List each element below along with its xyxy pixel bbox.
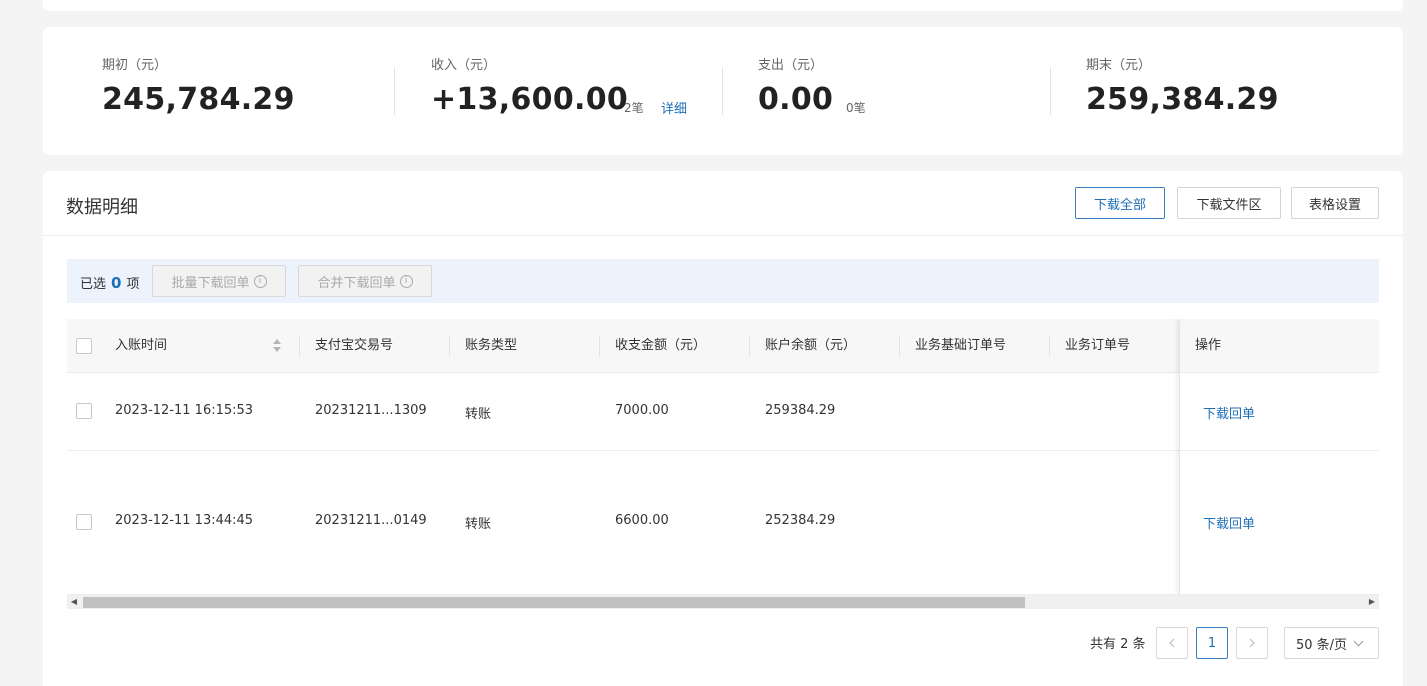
- column-header-amount: 收支金额（元）: [615, 338, 707, 353]
- cell-balance: 259384.29: [765, 403, 836, 418]
- scroll-right-icon[interactable]: ▶: [1367, 597, 1377, 607]
- income-count: 2笔: [624, 101, 644, 115]
- income-detail-link[interactable]: 详细: [661, 98, 687, 117]
- detail-card: 数据明细 下载全部 下载文件区 表格设置 已选 0 项 批量下载回单 i 合并下…: [43, 171, 1403, 686]
- top-card: [43, 0, 1403, 11]
- next-page-button[interactable]: [1236, 627, 1268, 659]
- page-size-label: 50 条/页: [1296, 637, 1348, 653]
- divider: [394, 67, 395, 115]
- selection-bar: 已选 0 项 批量下载回单 i 合并下载回单 i: [67, 259, 1379, 303]
- selection-prefix: 已选: [80, 277, 107, 292]
- divider: [1050, 67, 1051, 115]
- table-settings-button[interactable]: 表格设置: [1291, 187, 1379, 219]
- column-header-trade-no: 支付宝交易号: [315, 338, 394, 353]
- select-all-checkbox[interactable]: [76, 338, 92, 354]
- horizontal-scrollbar[interactable]: ◀ ▶: [67, 595, 1379, 609]
- download-files-button[interactable]: 下载文件区: [1177, 187, 1281, 219]
- scrollbar-thumb[interactable]: [83, 597, 1025, 608]
- cell-type: 转账: [465, 407, 492, 422]
- opening-value: 245,784.29: [102, 82, 295, 117]
- column-header-order: 业务订单号: [1065, 338, 1131, 353]
- income-label: 收入（元）: [431, 58, 497, 73]
- summary-card: 期初（元） 245,784.29 收入（元） +13,600.00 2笔 详细 …: [43, 27, 1403, 155]
- cell-time: 2023-12-11 13:44:45: [115, 513, 254, 528]
- row-checkbox[interactable]: [76, 403, 92, 419]
- row-checkbox[interactable]: [76, 514, 92, 530]
- column-separator: [599, 336, 600, 356]
- chevron-left-icon: [1169, 638, 1175, 648]
- download-receipt-link[interactable]: 下载回单: [1203, 403, 1255, 422]
- sort-icon[interactable]: [273, 339, 281, 353]
- merge-download-button[interactable]: 合并下载回单 i: [298, 265, 432, 297]
- column-separator: [899, 336, 900, 356]
- header-divider: [43, 235, 1403, 236]
- batch-download-label: 批量下载回单: [171, 275, 250, 291]
- column-separator: [749, 336, 750, 356]
- download-all-button[interactable]: 下载全部: [1075, 187, 1165, 219]
- column-header-type: 账务类型: [465, 338, 518, 353]
- info-circle-icon: i: [253, 274, 267, 288]
- cell-amount: 6600.00: [615, 513, 669, 528]
- column-separator: [1049, 336, 1050, 356]
- column-separator: [449, 336, 450, 356]
- page-size-select[interactable]: 50 条/页: [1284, 627, 1379, 659]
- batch-download-button[interactable]: 批量下载回单 i: [152, 265, 286, 297]
- expense-label: 支出（元）: [758, 58, 824, 73]
- closing-value: 259,384.29: [1086, 82, 1279, 117]
- expense-count: 0笔: [846, 101, 866, 115]
- chevron-right-icon: [1249, 638, 1255, 648]
- cell-amount: 7000.00: [615, 403, 669, 418]
- data-table: 入账时间 支付宝交易号 账务类型 收支金额（元） 账户余额（元） 业务基础订单号…: [67, 319, 1379, 595]
- selection-summary: 已选 0 项: [80, 273, 139, 292]
- column-header-base-order: 业务基础订单号: [915, 338, 1007, 353]
- selection-suffix: 项: [126, 277, 140, 292]
- divider: [722, 67, 723, 115]
- scroll-left-icon[interactable]: ◀: [69, 597, 79, 607]
- pagination-total: 共有 2 条: [1090, 637, 1146, 652]
- column-separator: [299, 336, 300, 356]
- cell-trade-no: 20231211...1309: [315, 403, 427, 418]
- cell-trade-no: 20231211...0149: [315, 513, 427, 528]
- cell-balance: 252384.29: [765, 513, 836, 528]
- page-1-button[interactable]: 1: [1196, 627, 1228, 659]
- selection-count: 0: [111, 274, 122, 292]
- download-receipt-link[interactable]: 下载回单: [1203, 513, 1255, 532]
- closing-label: 期末（元）: [1086, 58, 1152, 73]
- action-column: 下载回单 下载回单: [1179, 319, 1379, 595]
- chevron-down-icon: [1353, 636, 1364, 646]
- cell-type: 转账: [465, 517, 492, 532]
- section-title: 数据明细: [66, 197, 138, 218]
- expense-value: 0.00: [758, 82, 834, 117]
- merge-download-label: 合并下载回单: [317, 275, 396, 291]
- cell-time: 2023-12-11 16:15:53: [115, 403, 254, 418]
- column-header-time[interactable]: 入账时间: [115, 319, 167, 373]
- opening-label: 期初（元）: [102, 58, 168, 73]
- column-header-balance: 账户余额（元）: [765, 338, 857, 353]
- info-circle-icon: i: [399, 274, 413, 288]
- income-value: +13,600.00: [431, 82, 629, 117]
- prev-page-button[interactable]: [1156, 627, 1188, 659]
